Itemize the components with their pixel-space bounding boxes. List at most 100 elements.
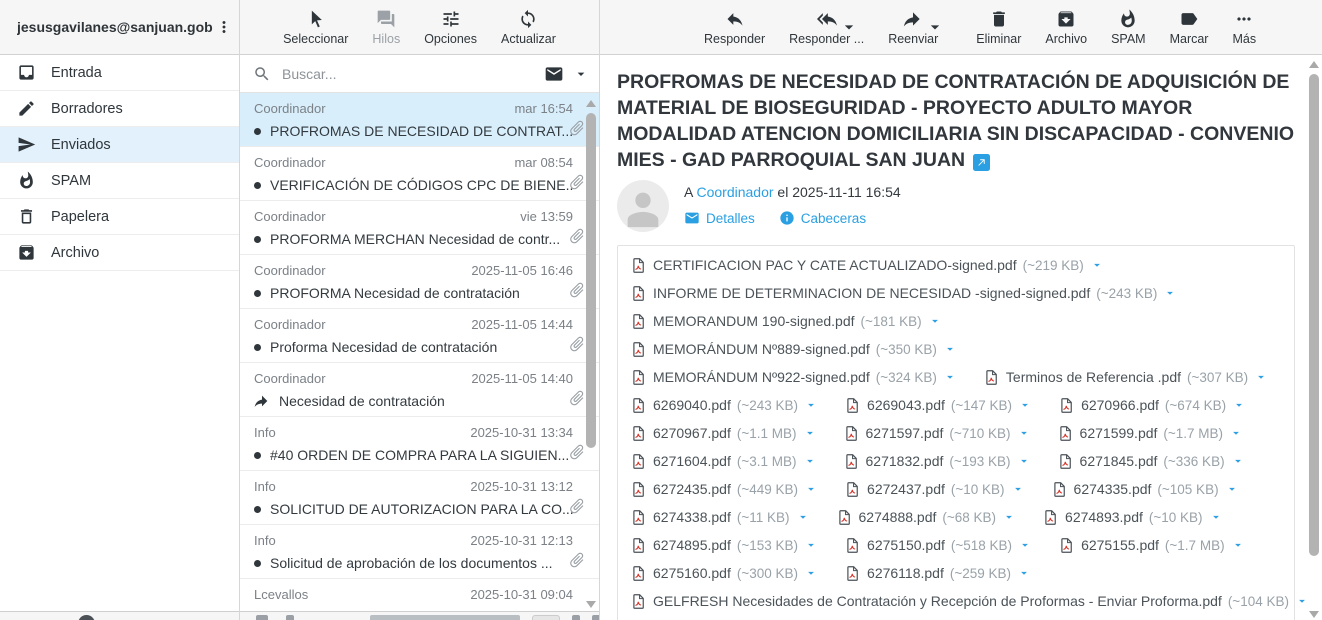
scroll-down-arrow[interactable] <box>1309 611 1319 618</box>
dropdown-caret-icon[interactable] <box>839 17 852 30</box>
attachment-item[interactable]: 6276118.pdf(~259 KB) <box>844 559 1031 587</box>
attachment-item[interactable]: 6275150.pdf(~518 KB) <box>844 531 1032 559</box>
spam-button[interactable]: SPAM <box>1111 9 1146 46</box>
attachment-menu-caret-icon[interactable] <box>1017 426 1031 440</box>
scrollbar-thumb[interactable] <box>586 113 596 448</box>
mas-button[interactable]: Más <box>1232 9 1256 46</box>
open-in-new-window-icon[interactable] <box>973 154 990 171</box>
attachment-menu-caret-icon[interactable] <box>1295 594 1309 608</box>
attachment-menu-caret-icon[interactable] <box>1017 454 1031 468</box>
message-row[interactable]: Coordinador2025-11-05 14:44Proforma Nece… <box>240 309 599 363</box>
responder-button[interactable]: Responder <box>704 9 765 46</box>
attachment-item[interactable]: MEMORÁNDUM Nº889-signed.pdf(~350 KB) <box>630 335 957 363</box>
attachment-menu-caret-icon[interactable] <box>1018 398 1032 412</box>
archivo-button[interactable]: Archivo <box>1045 9 1087 46</box>
attachment-menu-caret-icon[interactable] <box>1090 258 1104 272</box>
message-row[interactable]: Info2025-10-31 13:34#40 ORDEN DE COMPRA … <box>240 417 599 471</box>
attachment-menu-caret-icon[interactable] <box>1231 454 1245 468</box>
attachment-menu-caret-icon[interactable] <box>1002 510 1016 524</box>
sidebar-item-archivo[interactable]: Archivo <box>0 235 239 271</box>
message-row[interactable]: Info2025-10-31 12:13Solicitud de aprobac… <box>240 525 599 579</box>
dropdown-caret-icon[interactable] <box>925 17 938 30</box>
attachment-menu-caret-icon[interactable] <box>1163 286 1177 300</box>
attachment-item[interactable]: 6271604.pdf(~3.1 MB) <box>630 447 817 475</box>
attachment-item[interactable]: GELFRESH Necesidades de Contratación y R… <box>630 587 1309 615</box>
search-scope-caret-icon[interactable] <box>573 66 589 82</box>
attachment-menu-caret-icon[interactable] <box>804 482 818 496</box>
eliminar-button[interactable]: Eliminar <box>976 9 1021 46</box>
attachment-menu-caret-icon[interactable] <box>803 454 817 468</box>
attachment-item[interactable]: MEMORANDUM 190-signed.pdf(~181 KB) <box>630 307 942 335</box>
attachment-item[interactable]: 6271832.pdf(~193 KB) <box>843 447 1031 475</box>
attachment-item[interactable]: 6271597.pdf(~710 KB) <box>843 419 1031 447</box>
attachment-menu-caret-icon[interactable] <box>928 314 942 328</box>
sidebar-item-enviados[interactable]: Enviados <box>0 127 239 163</box>
attachment-item[interactable]: IMPORFACTORY Necesidades de Contratación… <box>630 615 1313 620</box>
attachment-item[interactable]: 6272435.pdf(~449 KB) <box>630 475 818 503</box>
attachment-item[interactable]: CERTIFICACION PAC Y CATE ACTUALIZADO-sig… <box>630 251 1104 279</box>
search-scope-mail-icon[interactable] <box>544 64 564 84</box>
attachment-menu-caret-icon[interactable] <box>1011 482 1025 496</box>
message-row[interactable]: Coordinadormar 16:54PROFROMAS DE NECESID… <box>240 93 599 147</box>
attachment-menu-caret-icon[interactable] <box>1225 482 1239 496</box>
details-link[interactable]: Detalles <box>684 210 755 226</box>
sidebar-item-spam[interactable]: SPAM <box>0 163 239 199</box>
attachment-menu-caret-icon[interactable] <box>804 538 818 552</box>
sidebar-item-papelera[interactable]: Papelera <box>0 199 239 235</box>
sidebar-item-entrada[interactable]: Entrada <box>0 55 239 91</box>
account-menu-button[interactable] <box>213 16 235 38</box>
message-row[interactable]: Info2025-10-31 13:12SOLICITUD DE AUTORIZ… <box>240 471 599 525</box>
attachment-menu-caret-icon[interactable] <box>796 510 810 524</box>
seleccionar-button[interactable]: Seleccionar <box>283 9 348 46</box>
attachment-item[interactable]: 6275155.pdf(~1.7 MB) <box>1058 531 1245 559</box>
attachment-item[interactable]: MEMORÁNDUM Nº922-signed.pdf(~324 KB) <box>630 363 957 391</box>
attachment-item[interactable]: 6274893.pdf(~10 KB) <box>1042 503 1223 531</box>
attachment-menu-caret-icon[interactable] <box>1017 566 1031 580</box>
attachment-menu-caret-icon[interactable] <box>1018 538 1032 552</box>
message-row[interactable]: Coordinador2025-11-05 16:46PROFORMA Nece… <box>240 255 599 309</box>
attachment-menu-caret-icon[interactable] <box>1254 370 1268 384</box>
scrollbar-thumb[interactable] <box>1309 74 1319 556</box>
attachment-item[interactable]: 6269043.pdf(~147 KB) <box>844 391 1032 419</box>
responder-button[interactable]: Responder ... <box>789 9 864 46</box>
attachment-item[interactable]: 6274895.pdf(~153 KB) <box>630 531 818 559</box>
recipient-link[interactable]: Coordinador <box>696 184 773 200</box>
attachment-item[interactable]: 6269040.pdf(~243 KB) <box>630 391 818 419</box>
reenviar-button[interactable]: Reenviar <box>888 9 938 46</box>
message-view-scrollbar[interactable] <box>1308 61 1320 618</box>
attachment-item[interactable]: 6272437.pdf(~10 KB) <box>844 475 1025 503</box>
marcar-button[interactable]: Marcar <box>1170 9 1209 46</box>
message-row[interactable]: Coordinador2025-11-05 14:40Necesidad de … <box>240 363 599 417</box>
attachment-menu-caret-icon[interactable] <box>943 342 957 356</box>
actualizar-button[interactable]: Actualizar <box>501 9 556 46</box>
attachment-menu-caret-icon[interactable] <box>804 398 818 412</box>
attachment-menu-caret-icon[interactable] <box>1229 426 1243 440</box>
attachment-item[interactable]: 6271845.pdf(~336 KB) <box>1057 447 1245 475</box>
attachment-item[interactable]: 6274338.pdf(~11 KB) <box>630 503 810 531</box>
attachment-menu-caret-icon[interactable] <box>1231 538 1245 552</box>
attachment-menu-caret-icon[interactable] <box>804 566 818 580</box>
attachment-item[interactable]: 6275160.pdf(~300 KB) <box>630 559 818 587</box>
attachment-item[interactable]: INFORME DE DETERMINACION DE NECESIDAD -s… <box>630 279 1177 307</box>
attachment-menu-caret-icon[interactable] <box>803 426 817 440</box>
scroll-down-arrow[interactable] <box>586 601 596 608</box>
attachment-item[interactable]: 6270967.pdf(~1.1 MB) <box>630 419 817 447</box>
attachment-item[interactable]: 6274335.pdf(~105 KB) <box>1051 475 1239 503</box>
scroll-up-arrow[interactable] <box>1309 61 1319 68</box>
attachment-item[interactable]: Terminos de Referencia .pdf(~307 KB) <box>983 363 1268 391</box>
search-input[interactable] <box>280 65 535 83</box>
message-row[interactable]: Lcevallos2025-10-31 09:04 <box>240 579 599 611</box>
opciones-button[interactable]: Opciones <box>424 9 477 46</box>
sidebar-item-borradores[interactable]: Borradores <box>0 91 239 127</box>
hilos-button[interactable]: Hilos <box>372 9 400 46</box>
scroll-up-arrow[interactable] <box>586 100 596 107</box>
attachment-item[interactable]: 6274888.pdf(~68 KB) <box>836 503 1017 531</box>
attachment-menu-caret-icon[interactable] <box>1232 398 1246 412</box>
headers-link[interactable]: Cabeceras <box>779 210 866 226</box>
attachment-menu-caret-icon[interactable] <box>1209 510 1223 524</box>
attachment-menu-caret-icon[interactable] <box>943 370 957 384</box>
message-row[interactable]: Coordinadorvie 13:59PROFORMA MERCHAN Nec… <box>240 201 599 255</box>
message-row[interactable]: Coordinadormar 08:54VERIFICACIÓN DE CÓDI… <box>240 147 599 201</box>
message-list-scrollbar[interactable] <box>585 100 597 608</box>
attachment-item[interactable]: 6270966.pdf(~674 KB) <box>1058 391 1246 419</box>
